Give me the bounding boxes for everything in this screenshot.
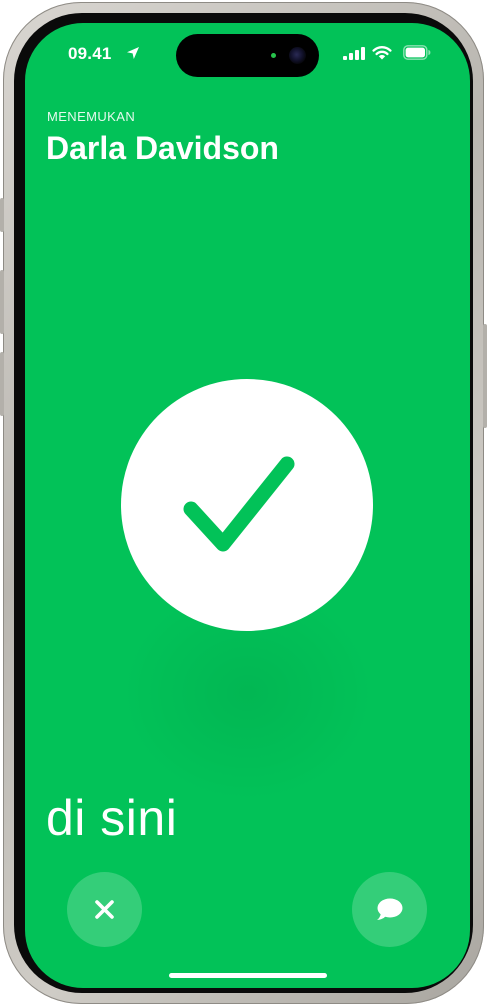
volume-up-button [0,270,4,334]
power-button [483,324,487,428]
location-arrow-icon [127,47,139,59]
volume-down-button [0,352,4,416]
close-icon [95,900,114,919]
person-name: Darla Davidson [46,130,279,166]
front-camera [289,47,306,64]
indicator-dot [271,53,276,58]
message-bubble-icon [377,898,403,920]
message-button[interactable] [352,872,427,947]
action-button [0,198,4,232]
checkmark-icon [183,456,295,552]
close-button[interactable] [67,872,142,947]
status-time: 09.41 [68,44,112,63]
home-indicator[interactable] [169,973,327,978]
cellular-signal-icon [343,47,365,60]
phone-frame: 09.41 MENEMUKAN Darla Davidson di sini [0,2,487,1004]
screen: 09.41 MENEMUKAN Darla Davidson di sini [25,23,470,988]
found-indicator [121,379,373,631]
battery-icon [403,45,431,60]
finding-label: MENEMUKAN [47,109,136,124]
wifi-icon [372,46,392,60]
dynamic-island [176,34,319,77]
proximity-text: di sini [46,790,178,846]
